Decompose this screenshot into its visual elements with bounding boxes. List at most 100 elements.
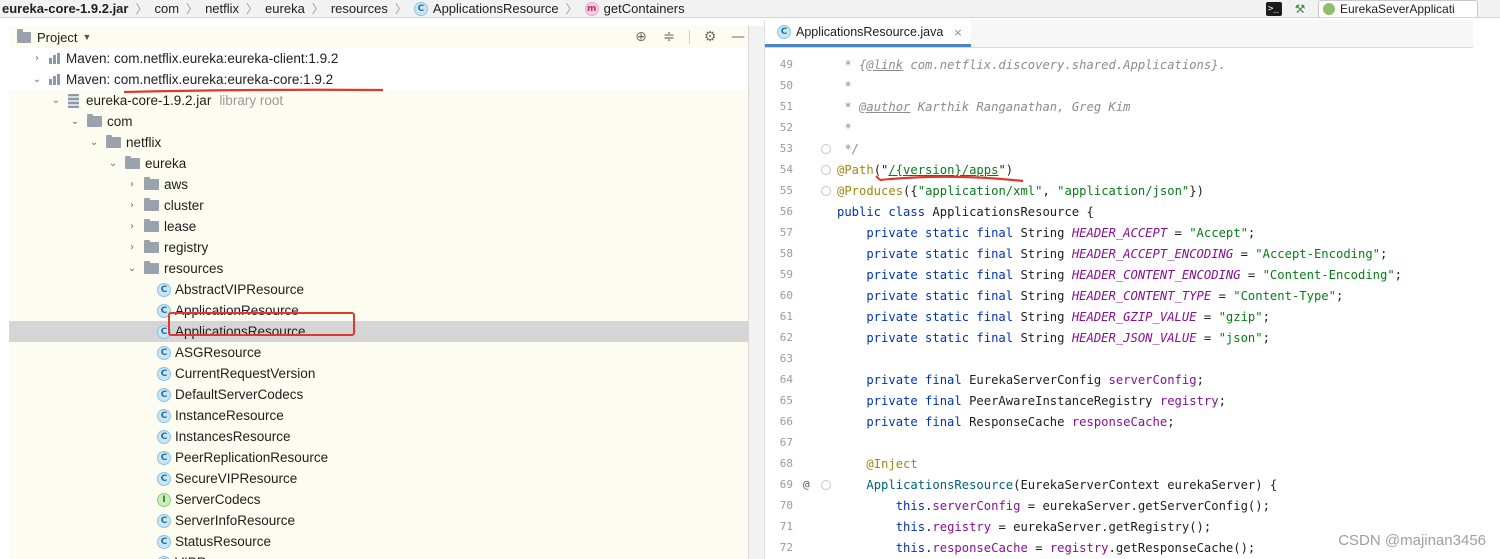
- chevron-down-icon[interactable]: ⌄: [126, 263, 138, 274]
- tree-item[interactable]: C ApplicationsResource: [9, 321, 748, 342]
- code-line[interactable]: 49 * {@link com.netflix.discovery.shared…: [765, 54, 1474, 75]
- chevron-down-icon[interactable]: ⌄: [31, 74, 43, 85]
- project-view-selector[interactable]: Project: [37, 30, 77, 45]
- tree-item[interactable]: ⌄ netflix: [9, 132, 748, 153]
- tree-item-hint: library root: [219, 93, 284, 108]
- breadcrumb-item[interactable]: com: [150, 1, 183, 16]
- breadcrumb-item[interactable]: netflix: [201, 1, 243, 16]
- chevron-down-icon[interactable]: ⌄: [69, 116, 81, 127]
- chevron-down-icon[interactable]: ⌄: [107, 158, 119, 169]
- run-configuration-select[interactable]: EurekaSeverApplicati: [1318, 0, 1478, 17]
- breadcrumb-item[interactable]: eureka-core-1.9.2.jar: [0, 1, 132, 16]
- tree-item[interactable]: › cluster: [9, 195, 748, 216]
- code-line[interactable]: 51 * @author Karthik Ranganathan, Greg K…: [765, 96, 1474, 117]
- tree-item[interactable]: C ASGResource: [9, 342, 748, 363]
- code-token: .getResponseCache();: [1108, 540, 1256, 555]
- tree-item[interactable]: C ApplicationResource: [9, 300, 748, 321]
- code-line[interactable]: 52 *: [765, 117, 1474, 138]
- code-line[interactable]: 55 @Produces({"application/xml", "applica…: [765, 180, 1474, 201]
- injection-marker-icon[interactable]: @: [803, 478, 815, 491]
- line-number: 56: [779, 205, 793, 218]
- code-token: HEADER_CONTENT_ENCODING: [1071, 267, 1241, 282]
- breadcrumb-item[interactable]: C ApplicationsResource: [410, 1, 563, 16]
- chevron-down-icon[interactable]: ▼: [82, 32, 91, 42]
- tree-item[interactable]: › aws: [9, 174, 748, 195]
- line-number: 62: [779, 331, 793, 344]
- breadcrumb-item[interactable]: eureka: [261, 1, 309, 16]
- code-token: registry: [1049, 540, 1109, 555]
- code-line[interactable]: 50 *: [765, 75, 1474, 96]
- tree-item[interactable]: ⌄ Maven: com.netflix.eureka:eureka-core:1…: [9, 69, 748, 90]
- code-line[interactable]: 57 private static final String HEADER_AC…: [765, 222, 1474, 243]
- tree-item[interactable]: C InstancesResource: [9, 426, 748, 447]
- chevron-down-icon[interactable]: ⌄: [50, 95, 62, 106]
- code-line[interactable]: 63: [765, 348, 1474, 369]
- tree-item[interactable]: C PeerReplicationResource: [9, 447, 748, 468]
- chevron-right-icon[interactable]: ›: [126, 200, 138, 211]
- code-line[interactable]: 54 @Path ("/{version}/apps "): [765, 159, 1474, 180]
- code-line[interactable]: 62 private static final String HEADER_JS…: [765, 327, 1474, 348]
- tree-item-label: InstancesResource: [175, 429, 291, 444]
- tree-item[interactable]: ⌄ com: [9, 111, 748, 132]
- code-line[interactable]: 53 */: [765, 138, 1474, 159]
- chevron-right-icon[interactable]: ›: [31, 53, 43, 64]
- code-line[interactable]: 70 this. serverConfig = eurekaServer.getS…: [765, 495, 1474, 516]
- locate-target-icon[interactable]: ⊕: [633, 29, 649, 45]
- gear-icon[interactable]: ⚙: [702, 29, 718, 45]
- tree-item[interactable]: C StatusResource: [9, 531, 748, 552]
- tree-item[interactable]: C InstanceResource: [9, 405, 748, 426]
- code-line[interactable]: 69 @ ApplicationsResource (EurekaServerCon…: [765, 474, 1474, 495]
- code-line[interactable]: 58 private static final String HEADER_AC…: [765, 243, 1474, 264]
- code-line[interactable]: 64 private final EurekaServerConfig serv…: [765, 369, 1474, 390]
- code-area[interactable]: 49 * {@link com.netflix.discovery.shared…: [765, 54, 1474, 558]
- chevron-right-icon[interactable]: ›: [126, 242, 138, 253]
- breadcrumb-item[interactable]: resources: [327, 1, 392, 16]
- build-hammer-icon[interactable]: ⚒: [1292, 2, 1308, 16]
- tree-item[interactable]: C AbstractVIPResource: [9, 279, 748, 300]
- chevron-right-icon[interactable]: ›: [126, 221, 138, 232]
- fold-marker-icon[interactable]: [821, 479, 831, 490]
- line-number: 67: [779, 436, 793, 449]
- tree-item[interactable]: C VIPResource: [9, 552, 748, 559]
- code-token: .: [925, 519, 933, 534]
- tree-item[interactable]: ⌄ eureka: [9, 153, 748, 174]
- tree-item[interactable]: C ServerInfoResource: [9, 510, 748, 531]
- fold-marker-icon[interactable]: [821, 143, 831, 154]
- tree-item[interactable]: › Maven: com.netflix.eureka:eureka-client…: [9, 48, 748, 69]
- gutter: [793, 270, 837, 280]
- gutter: [793, 312, 837, 322]
- toolbar-divider: [689, 30, 690, 44]
- tree-item[interactable]: ⌄ resources: [9, 258, 748, 279]
- tree-item[interactable]: C SecureVIPResource: [9, 468, 748, 489]
- code-line[interactable]: 59 private static final String HEADER_CO…: [765, 264, 1474, 285]
- breadcrumb-label: resources: [330, 1, 388, 16]
- code-line[interactable]: 56 public class ApplicationsResource {: [765, 201, 1474, 222]
- editor-tab-applicationsresource[interactable]: C ApplicationsResource.java ×: [765, 20, 971, 47]
- code-line[interactable]: 66 private final ResponseCache responseC…: [765, 411, 1474, 432]
- code-token: "Content-Type": [1233, 288, 1336, 303]
- tree-item[interactable]: ⌄ eureka-core-1.9.2.jar library root: [9, 90, 748, 111]
- code-token: HEADER_ACCEPT_ENCODING: [1071, 246, 1234, 261]
- tree-item[interactable]: › lease: [9, 216, 748, 237]
- breadcrumb-item[interactable]: m getContainers: [581, 1, 689, 16]
- code-line[interactable]: 68 @Inject: [765, 453, 1474, 474]
- chevron-down-icon[interactable]: ⌄: [88, 137, 100, 148]
- fold-marker-icon[interactable]: [821, 164, 831, 175]
- tree-item[interactable]: › registry: [9, 237, 748, 258]
- collapse-all-icon[interactable]: ≑: [661, 29, 677, 45]
- code-token: HEADER_CONTENT_TYPE: [1071, 288, 1212, 303]
- terminal-icon[interactable]: >_: [1266, 2, 1282, 16]
- code-line[interactable]: 61 private static final String HEADER_GZ…: [765, 306, 1474, 327]
- code-line[interactable]: 67: [765, 432, 1474, 453]
- code-line[interactable]: 60 private static final String HEADER_CO…: [765, 285, 1474, 306]
- close-icon[interactable]: ×: [953, 26, 962, 39]
- tree-item[interactable]: I ServerCodecs: [9, 489, 748, 510]
- code-line[interactable]: 65 private final PeerAwareInstanceRegist…: [765, 390, 1474, 411]
- chevron-right-icon[interactable]: ›: [126, 179, 138, 190]
- minimize-icon[interactable]: —: [730, 29, 746, 45]
- code-token: private static final: [837, 288, 1021, 303]
- tree-item[interactable]: C CurrentRequestVersion: [9, 363, 748, 384]
- panel-splitter[interactable]: [749, 26, 764, 559]
- tree-item[interactable]: C DefaultServerCodecs: [9, 384, 748, 405]
- fold-marker-icon[interactable]: [821, 185, 831, 196]
